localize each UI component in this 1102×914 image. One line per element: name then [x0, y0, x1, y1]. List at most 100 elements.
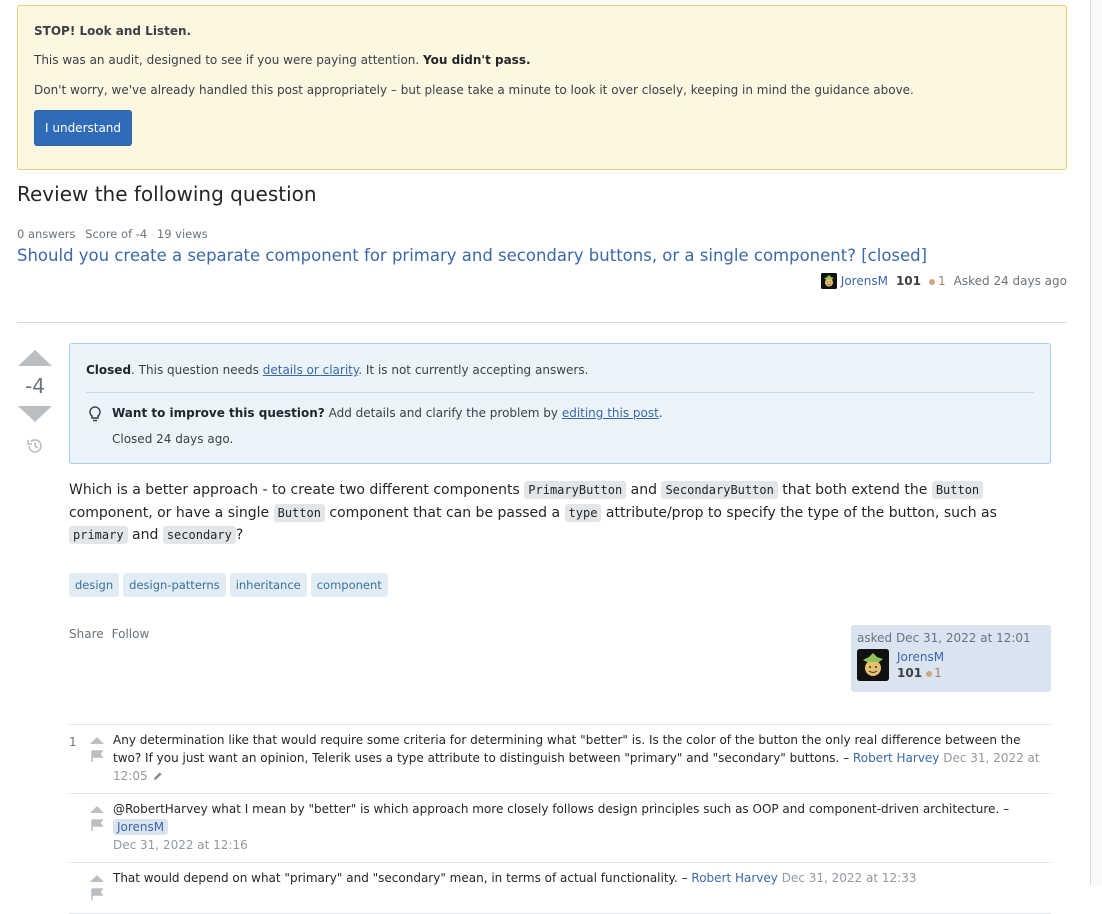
page-scrollbar[interactable]	[1090, 0, 1102, 885]
closed-when: Closed 24 days ago.	[112, 432, 234, 446]
user-name-link[interactable]: JorensM	[897, 649, 944, 665]
downvote-button[interactable]	[18, 406, 52, 422]
question-stats: 0 answers Score of -4 19 views	[17, 227, 214, 241]
avatar[interactable]	[820, 273, 837, 289]
pencil-icon	[153, 772, 162, 781]
tag-design-patterns[interactable]: design-patterns	[123, 573, 226, 597]
body-text: and	[626, 482, 662, 498]
improve-bold: Want to improve this question?	[112, 406, 325, 420]
inline-code: primary	[69, 526, 128, 544]
comment-score	[69, 802, 87, 854]
body-text: Which is a better approach - to create t…	[69, 482, 525, 498]
improve-text: Want to improve this question? Add detai…	[112, 405, 663, 421]
audit-message: This was an audit, designed to see if yo…	[34, 52, 1050, 68]
inline-code: Button	[273, 503, 325, 522]
details-or-clarity-link[interactable]: details or clarity	[263, 363, 359, 377]
audit-notice: STOP! Look and Listen. This was an audit…	[17, 5, 1067, 170]
divider	[17, 322, 1067, 323]
user-card: asked Dec 31, 2022 at 12:01 JorensM 101 1	[851, 625, 1051, 692]
user-info: JorensM 101 1	[857, 649, 1045, 681]
audit-result: You didn't pass.	[423, 53, 531, 67]
comment-date[interactable]: Dec 31, 2022 at 12:33	[782, 871, 917, 885]
comment-actions	[69, 869, 113, 905]
improve-end: .	[658, 406, 663, 420]
closed-text: . This question needs	[131, 363, 263, 377]
audit-title: STOP! Look and Listen.	[34, 24, 192, 38]
flag-icon[interactable]	[90, 819, 104, 832]
answers-count: 0 answers	[17, 227, 76, 241]
body-text: component, or have a single	[69, 504, 274, 521]
comment-upvote-button[interactable]	[90, 737, 104, 744]
closed-notice: Closed. This question needs details or c…	[69, 343, 1051, 464]
bronze-badge-icon	[929, 278, 936, 285]
inline-code: SecondaryButton	[661, 481, 778, 499]
upvote-button[interactable]	[18, 350, 52, 366]
flag-icon[interactable]	[90, 750, 104, 763]
tag-design[interactable]: design	[69, 573, 120, 597]
question-body: Which is a better approach - to create t…	[69, 479, 1059, 547]
audit-message-text: This was an audit, designed to see if yo…	[34, 53, 424, 67]
comment-separator: –	[677, 871, 692, 885]
body-text: component that can be passed a	[324, 504, 565, 521]
asked-timestamp: asked Dec 31, 2022 at 12:01	[857, 631, 1031, 645]
question-title-link[interactable]: Should you create a separate component f…	[17, 246, 927, 265]
bronze-badge-count: 1	[938, 274, 946, 288]
comment-author-link[interactable]: JorensM	[113, 819, 169, 835]
vote-count: -4	[25, 374, 45, 398]
inline-code: secondary	[162, 526, 236, 544]
comment-buttons	[87, 871, 107, 905]
closed-reason: Closed. This question needs details or c…	[86, 362, 1034, 378]
body-text: and	[127, 527, 163, 543]
tag-inheritance[interactable]: inheritance	[229, 573, 307, 597]
i-understand-button[interactable]: I understand	[34, 110, 133, 146]
review-heading: Review the following question	[17, 182, 317, 206]
body-text: attribute/prop to specify the type of th…	[601, 504, 997, 521]
comment-score: 1	[69, 735, 77, 749]
closed-divider	[86, 392, 1034, 393]
score: Score of -4	[85, 227, 148, 241]
follow-link[interactable]: Follow	[112, 627, 150, 641]
improve-question: Want to improve this question? Add detai…	[86, 405, 1034, 423]
comment-actions	[69, 800, 113, 854]
comment: That would depend on what "primary" and …	[69, 863, 1051, 914]
comment-text: That would depend on what "primary" and …	[113, 871, 678, 885]
inline-code: Button	[931, 481, 984, 499]
comment-date[interactable]: Dec 31, 2022 at 12:16	[113, 838, 248, 852]
share-link[interactable]: Share	[69, 627, 104, 641]
comment-upvote-button[interactable]	[90, 875, 104, 882]
user-stats: 101 1	[897, 665, 944, 681]
flag-icon[interactable]	[90, 888, 104, 901]
comments-list: 1 Any determination like that would requ…	[69, 724, 1051, 914]
owner-name-link[interactable]: JorensM	[841, 274, 888, 288]
improve-body: Add details and clarify the problem by	[324, 406, 562, 420]
views-count: 19 views	[156, 227, 208, 241]
comment-author-link[interactable]: Robert Harvey	[853, 751, 940, 765]
body-text: that both extend the	[777, 482, 932, 498]
comment-separator: –	[999, 802, 1010, 816]
comment-text: @RobertHarvey what I mean by "better" is…	[113, 802, 1000, 816]
asked-time: Asked 24 days ago	[953, 274, 1067, 288]
user-details: JorensM 101 1	[897, 649, 944, 681]
comment-upvote-button[interactable]	[90, 806, 104, 813]
tag-component[interactable]: component	[310, 573, 388, 597]
tag-list: design design-patterns inheritance compo…	[69, 573, 388, 597]
bronze-badge-icon	[926, 670, 933, 677]
editing-this-post-link[interactable]: editing this post	[562, 406, 659, 420]
comment-buttons	[87, 802, 107, 854]
history-icon[interactable]	[25, 436, 45, 456]
comment-separator: –	[839, 751, 853, 765]
owner-bronze-badges: 1	[929, 274, 946, 288]
body-text: ?	[235, 527, 244, 543]
owner-reputation: 101	[895, 274, 922, 288]
post-menu: Share Follow	[69, 627, 149, 641]
vote-cell: -4	[17, 350, 53, 459]
comment-body: @RobertHarvey what I mean by "better" is…	[113, 800, 1051, 854]
comment: 1 Any determination like that would requ…	[69, 725, 1051, 794]
user-reputation: 101	[897, 666, 923, 680]
comment-author-link[interactable]: Robert Harvey	[691, 871, 778, 885]
avatar[interactable]	[857, 649, 889, 681]
comment-actions: 1	[69, 731, 113, 785]
inline-code: type	[564, 503, 602, 522]
audit-guidance: Don't worry, we've already handled this …	[34, 83, 914, 97]
comment-buttons	[87, 733, 107, 785]
